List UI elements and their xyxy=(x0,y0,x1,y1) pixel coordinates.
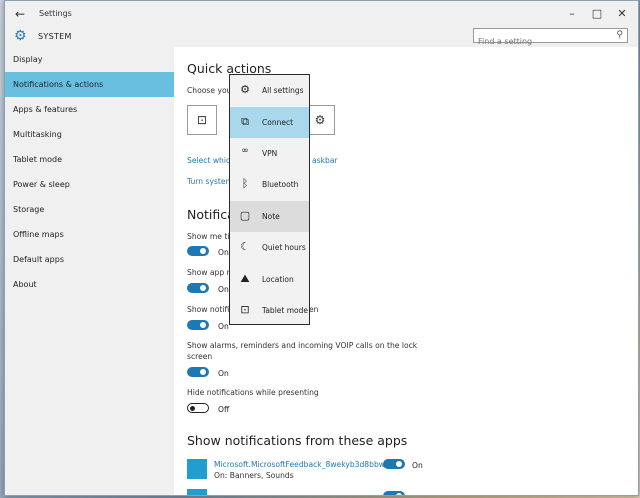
location-icon: ⛰ xyxy=(240,272,250,285)
section-title: SYSTEM xyxy=(38,32,72,41)
turn-system-icons-link[interactable]: Turn system xyxy=(187,177,233,186)
picker-item-all-settings[interactable]: ⚙ All settings xyxy=(230,75,309,106)
sidebar-item-about[interactable]: About xyxy=(5,272,174,297)
sidebar: Display Notifications & actions Apps & f… xyxy=(5,47,174,495)
picker-item-vpn[interactable]: ∞ VPN xyxy=(230,138,309,169)
quick-action-picker: ⚙ All settings ⧉ Connect ∞ VPN ᛒ Bluetoo… xyxy=(229,74,310,325)
gear-icon: ⚙ xyxy=(314,113,326,127)
note-icon: ▢ xyxy=(239,209,251,222)
sidebar-item-default-apps[interactable]: Default apps xyxy=(5,247,174,272)
apps-notifications-title: Show notifications from these apps xyxy=(187,433,408,448)
sidebar-item-offline-maps[interactable]: Offline maps xyxy=(5,222,174,247)
sidebar-item-tablet-mode[interactable]: Tablet mode xyxy=(5,147,174,172)
alarms-label-line1: Show alarms, reminders and incoming VOIP… xyxy=(187,341,418,350)
close-button[interactable]: ✕ xyxy=(615,7,629,20)
app-toggle[interactable] xyxy=(383,491,405,495)
sidebar-item-multitasking[interactable]: Multitasking xyxy=(5,122,174,147)
toggle-state-label: On xyxy=(412,461,423,470)
select-taskbar-icons-link[interactable]: Select whic xyxy=(187,156,230,165)
app-toggle[interactable] xyxy=(383,459,405,469)
minimize-button[interactable]: – xyxy=(565,7,579,20)
title-bar: ← Settings – □ ✕ xyxy=(5,1,638,27)
app-tile-icon xyxy=(187,459,207,479)
bluetooth-icon: ᛒ xyxy=(241,177,249,190)
hide-presenting-label: Hide notifications while presenting xyxy=(187,388,319,397)
sidebar-item-display[interactable]: Display xyxy=(5,47,174,72)
toggle-state-label: On xyxy=(218,248,229,257)
sidebar-item-notifications[interactable]: Notifications & actions xyxy=(5,72,174,97)
app-tile-icon xyxy=(187,489,207,495)
toggle-state-label: On xyxy=(218,285,229,294)
choose-text: Choose you xyxy=(187,86,232,95)
select-taskbar-icons-link-end[interactable]: askbar xyxy=(312,156,338,165)
picker-item-bluetooth[interactable]: ᛒ Bluetooth xyxy=(230,169,309,200)
alarms-toggle[interactable] xyxy=(187,367,209,377)
vpn-icon: ∞ xyxy=(241,146,249,156)
app-detail: On: Banners, Sounds xyxy=(214,471,294,480)
connect-icon: ⧉ xyxy=(241,115,249,128)
system-gear-icon: ⚙ xyxy=(14,28,27,44)
tablet-mode-icon: ⊡ xyxy=(240,303,250,316)
sidebar-item-power[interactable]: Power & sleep xyxy=(5,172,174,197)
picker-item-tablet-mode[interactable]: ⊡ Tablet mode xyxy=(230,295,309,326)
toggle-state-label: On xyxy=(218,369,229,378)
sidebar-item-storage[interactable]: Storage xyxy=(5,197,174,222)
picker-item-note[interactable]: ▢ Note xyxy=(230,201,309,232)
sidebar-item-apps[interactable]: Apps & features xyxy=(5,97,174,122)
settings-header: ⚙ SYSTEM ⚲ xyxy=(5,27,638,48)
moon-icon: ☾ xyxy=(240,240,250,253)
search-icon[interactable]: ⚲ xyxy=(616,30,623,40)
show-app-label: Show app n xyxy=(187,268,232,277)
picker-item-location[interactable]: ⛰ Location xyxy=(230,264,309,295)
search-box[interactable]: ⚲ xyxy=(473,28,628,48)
toggle-state-label: Off xyxy=(218,405,230,414)
notifications-title: Notifica xyxy=(187,207,235,222)
picker-item-connect[interactable]: ⧉ Connect xyxy=(230,107,309,138)
show-tips-label: Show me ti xyxy=(187,232,230,241)
window-title: Settings xyxy=(39,9,72,18)
show-tips-toggle[interactable] xyxy=(187,246,209,256)
app-name[interactable]: Microsoft.MicrosoftFeedback_8wekyb3d8bbw… xyxy=(214,460,398,469)
show-notifications-label-end: en xyxy=(309,305,319,314)
settings-window: ← Settings – □ ✕ ⚙ SYSTEM ⚲ Display Noti… xyxy=(4,0,639,496)
show-notifications-toggle[interactable] xyxy=(187,320,209,330)
gear-icon: ⚙ xyxy=(240,83,250,96)
picker-item-quiet-hours[interactable]: ☾ Quiet hours xyxy=(230,232,309,263)
tablet-mode-icon: ⊡ xyxy=(196,113,208,127)
alarms-label-line2: screen xyxy=(187,352,213,361)
hide-presenting-toggle[interactable] xyxy=(187,403,209,413)
show-app-toggle[interactable] xyxy=(187,283,209,293)
quick-action-slot-tablet[interactable]: ⊡ xyxy=(187,105,217,135)
maximize-button[interactable]: □ xyxy=(590,7,604,20)
toggle-state-label: On xyxy=(218,322,229,331)
show-notifications-label: Show notifi xyxy=(187,305,230,314)
back-arrow-icon[interactable]: ← xyxy=(15,7,25,21)
